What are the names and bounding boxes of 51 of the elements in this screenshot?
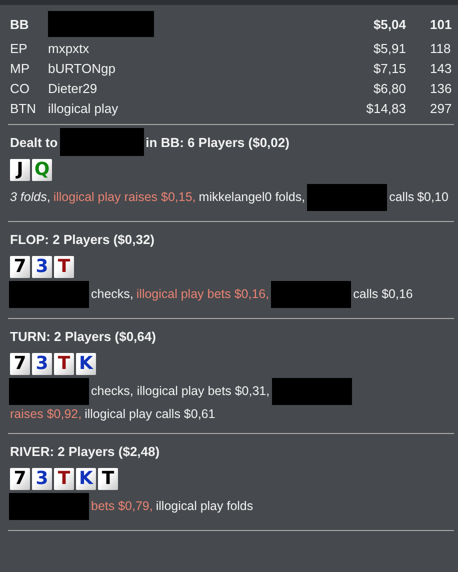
street-header: in BB: 6 Players ($0,02) xyxy=(146,134,290,150)
playing-card: 3 xyxy=(32,353,52,375)
position-label: EP xyxy=(10,40,28,56)
action-text: illogical play bets $0,16, xyxy=(136,286,270,301)
action-text: bets $0,79, xyxy=(91,498,153,513)
action-text: checks, illogical play bets $0,31, xyxy=(91,384,270,398)
stack-amount: $6,80 xyxy=(372,80,406,96)
action-text: calls xyxy=(389,190,414,204)
big-blinds-count: 136 xyxy=(429,80,453,96)
position-label: CO xyxy=(10,80,30,96)
action-text: illogical play folds xyxy=(156,498,254,513)
position-label: BB xyxy=(10,16,30,32)
street-header: Dealt to xyxy=(10,134,58,150)
playing-card: 7 xyxy=(10,353,30,375)
big-blinds-count: 118 xyxy=(429,40,452,56)
stack-amount: $14,83 xyxy=(365,100,406,116)
playing-card: 3 xyxy=(32,468,52,490)
big-blinds-count: 297 xyxy=(429,100,453,116)
playing-card: Q xyxy=(32,159,52,181)
action-text: illogical play calls $0,61 xyxy=(84,407,216,421)
big-blinds-count: 143 xyxy=(429,60,453,76)
position-label: MP xyxy=(10,60,30,76)
playing-card: T xyxy=(98,468,118,490)
player-name: bURTONgp xyxy=(48,60,116,76)
playing-card: T xyxy=(54,256,74,278)
stack-amount: $7,15 xyxy=(372,60,406,76)
stack-amount: $5,04 xyxy=(372,16,406,32)
stack-amount: $5,91 xyxy=(372,40,406,56)
playing-card: 7 xyxy=(10,256,30,278)
playing-card: K xyxy=(76,468,96,490)
player-name: mxpxtx xyxy=(48,40,90,56)
player-name: illogical play xyxy=(48,100,120,116)
position-label: BTN xyxy=(10,100,37,116)
action-text: raises $0,92, xyxy=(10,407,82,421)
action-text: calls $0,16 xyxy=(353,286,413,301)
playing-card: T xyxy=(54,353,74,375)
playing-card: 7 xyxy=(10,468,30,490)
action-text: $0,10 xyxy=(417,190,448,204)
playing-card: K xyxy=(76,353,96,375)
street-header: FLOP: 2 Players ($0,32) xyxy=(10,232,155,246)
action-text: 3 folds, xyxy=(10,190,50,204)
street-header: TURN: 2 Players ($0,64) xyxy=(10,328,156,344)
street-header: RIVER: 2 Players ($2,48) xyxy=(10,444,160,458)
player-name: Dieter29 xyxy=(48,80,98,96)
playing-card: 3 xyxy=(32,256,52,278)
playing-card: J xyxy=(10,159,30,181)
playing-card: T xyxy=(54,468,74,490)
action-text: mikkelangel0 folds, xyxy=(198,190,306,204)
big-blinds-count: 101 xyxy=(429,16,453,32)
action-text: illogical play raises $0,15, xyxy=(53,190,196,204)
action-text: checks, xyxy=(91,286,134,301)
